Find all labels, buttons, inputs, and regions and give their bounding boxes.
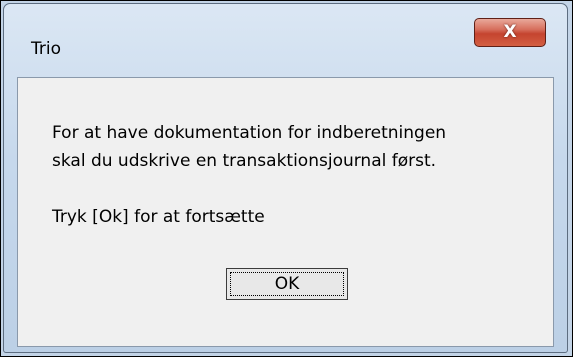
ok-button[interactable]: OK: [226, 268, 348, 300]
close-button[interactable]: X: [474, 18, 546, 47]
dialog-body: For at have dokumentation for indberetni…: [17, 77, 554, 347]
dialog-window: Trio X For at have dokumentation for ind…: [3, 3, 568, 353]
message-line-2: skal du udskrive en transaktionsjournal …: [52, 151, 437, 171]
message-line-3: Tryk [Ok] for at fortsætte: [52, 207, 265, 227]
screenshot-frame: Trio X For at have dokumentation for ind…: [0, 0, 573, 357]
ok-button-label: OK: [230, 272, 344, 296]
dialog-title: Trio: [31, 39, 61, 59]
message-line-1: For at have dokumentation for indberetni…: [52, 123, 447, 143]
close-icon: X: [503, 22, 517, 42]
